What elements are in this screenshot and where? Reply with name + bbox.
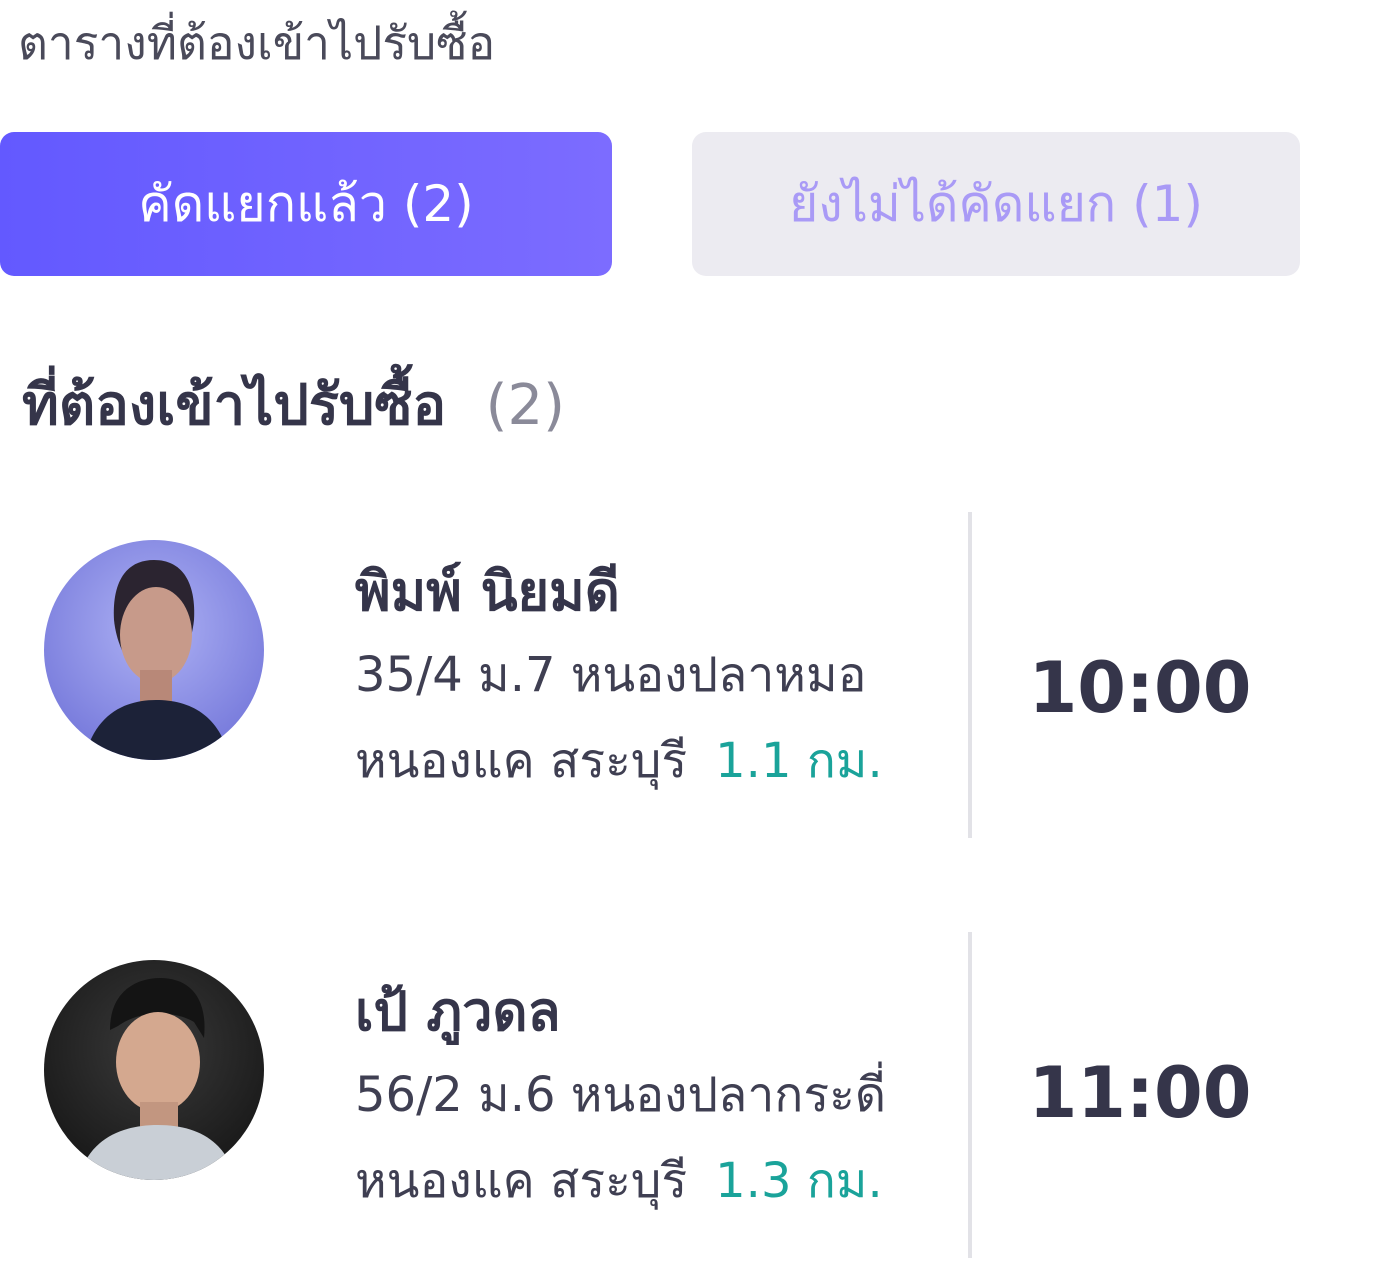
pickup-time: 10:00 [1028,647,1252,729]
tab-sorted-label: คัดแยกแล้ว [138,174,387,233]
district-province: หนองแค สระบุรี [355,733,688,789]
tab-sorted[interactable]: คัดแยกแล้ว (2) [0,132,612,276]
pickup-info: เป้ ภูวดล 56/2 ม.6 หนองปลากระดี่ หนองแค … [355,972,886,1224]
customer-name: พิมพ์ นิยมดี [355,560,620,623]
customer-name: เป้ ภูวดล [355,980,561,1043]
avatar [44,540,264,760]
address-line-2: หนองแค สระบุรี 1.1 กม. [355,718,883,804]
distance: 1.3 กม. [715,1153,883,1209]
divider [968,932,972,1258]
section-count: (2) [485,373,565,438]
address-line-2: หนองแค สระบุรี 1.3 กม. [355,1138,886,1224]
district-province: หนองแค สระบุรี [355,1153,688,1209]
tab-unsorted-count: (1) [1132,175,1203,233]
tab-sorted-count: (2) [402,175,474,233]
section-title: ที่ต้องเข้าไปรับซื้อ (2) [22,365,565,447]
page-title: ตารางที่ต้องเข้าไปรับซื้อ [18,16,496,70]
pickup-card[interactable]: เป้ ภูวดล 56/2 ม.6 หนองปลากระดี่ หนองแค … [0,932,1400,1262]
distance: 1.1 กม. [715,733,883,789]
avatar [44,960,264,1180]
tab-unsorted[interactable]: ยังไม่ได้คัดแยก (1) [692,132,1300,276]
pickup-time: 11:00 [1028,1052,1252,1134]
tab-unsorted-label: ยังไม่ได้คัดแยก [789,174,1117,233]
divider [968,512,972,838]
section-title-label: ที่ต้องเข้าไปรับซื้อ [22,373,447,438]
pickup-card[interactable]: พิมพ์ นิยมดี 35/4 ม.7 หนองปลาหมอ หนองแค … [0,512,1400,842]
address-line-1: 56/2 ม.6 หนองปลากระดี่ [355,1067,887,1123]
address-line-1: 35/4 ม.7 หนองปลาหมอ [355,647,867,703]
pickup-info: พิมพ์ นิยมดี 35/4 ม.7 หนองปลาหมอ หนองแค … [355,552,883,804]
